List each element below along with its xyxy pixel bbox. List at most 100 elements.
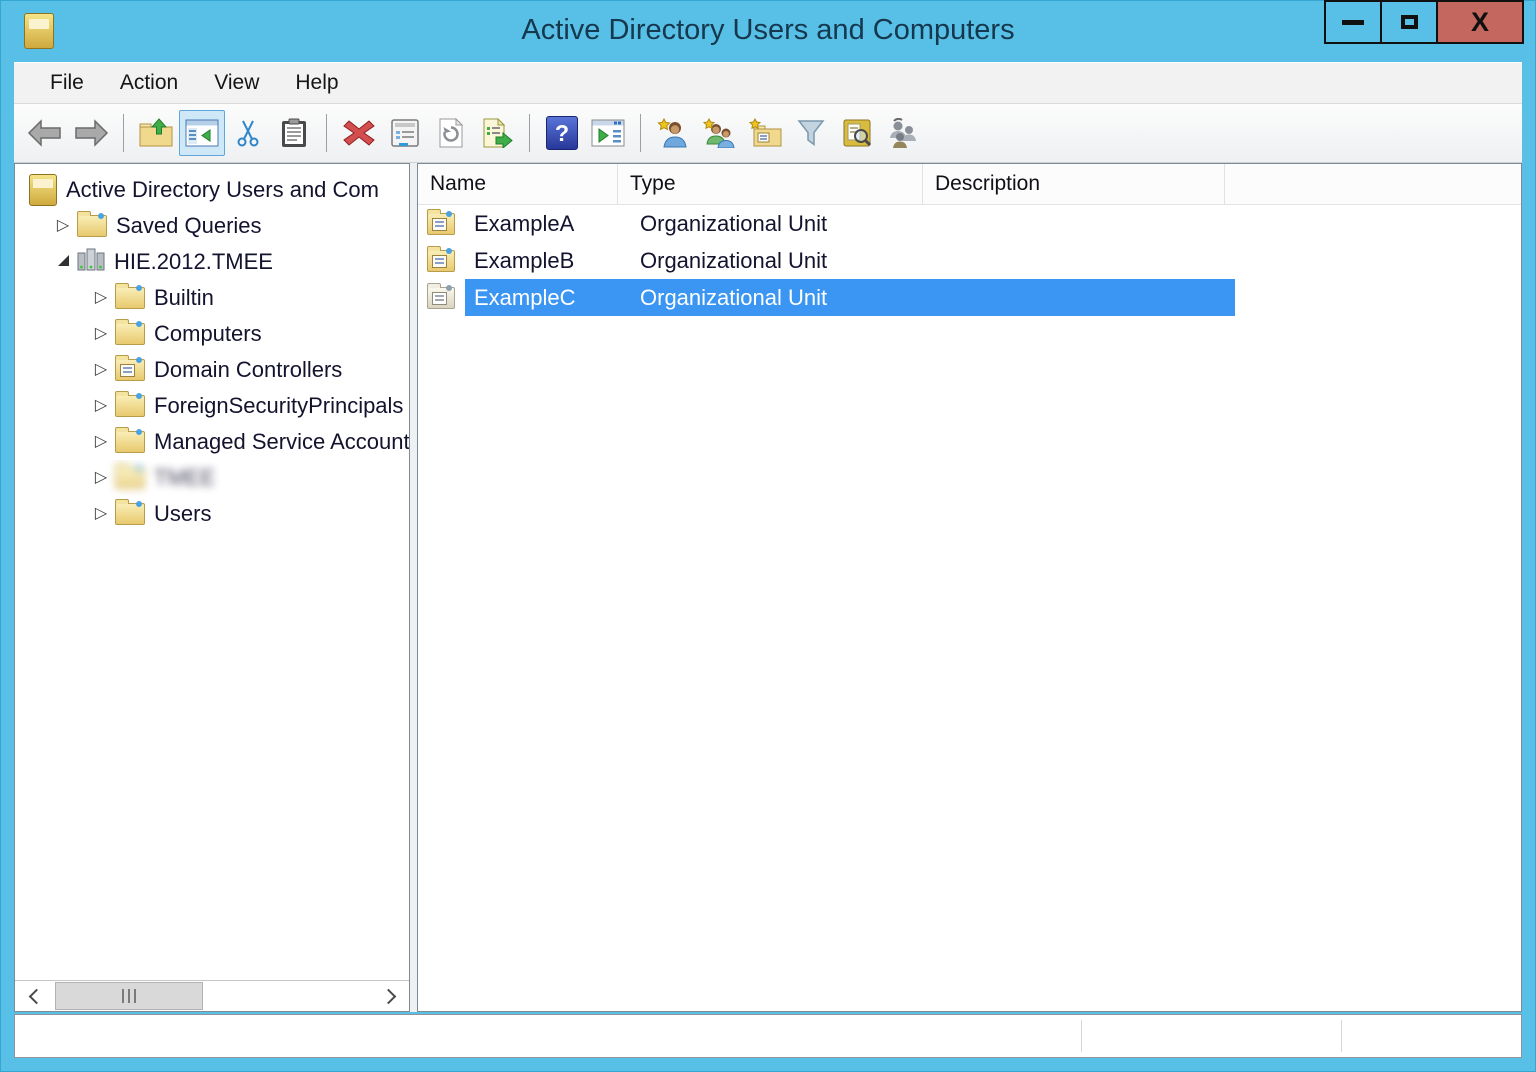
list-row-examplea[interactable]: ExampleA Organizational Unit	[418, 205, 1521, 242]
cut-button[interactable]	[225, 110, 271, 156]
close-button[interactable]: X	[1436, 0, 1524, 44]
ou-icon	[418, 250, 465, 272]
new-user-icon	[657, 118, 689, 148]
scrollbar-grip-icon	[122, 989, 137, 1003]
panel-splitter[interactable]	[410, 163, 417, 1012]
details-list-panel: Name Type Description ExampleA Organizat…	[417, 163, 1522, 1012]
toolbar-separator	[123, 114, 124, 152]
row-name: ExampleC	[465, 285, 640, 311]
row-type: Organizational Unit	[640, 285, 1235, 311]
column-header-filler	[1225, 164, 1521, 204]
help-button[interactable]: ?	[539, 110, 585, 156]
tree-item-saved-queries[interactable]: ▷ Saved Queries	[15, 208, 409, 244]
refresh-button[interactable]	[428, 110, 474, 156]
tree-item-domain[interactable]: HIE.2012.TMEE	[15, 244, 409, 280]
column-header-type[interactable]: Type	[618, 164, 923, 204]
find-button[interactable]	[834, 110, 880, 156]
show-window-button[interactable]	[585, 110, 631, 156]
new-organizational-unit-button[interactable]	[742, 110, 788, 156]
minimize-button[interactable]	[1324, 0, 1382, 44]
scroll-left-button[interactable]	[15, 981, 53, 1011]
chevron-left-icon	[28, 988, 44, 1004]
folder-icon	[115, 323, 145, 345]
minimize-icon	[1342, 20, 1364, 25]
expander-collapsed-icon[interactable]: ▷	[89, 460, 113, 496]
column-header-name[interactable]: Name	[418, 164, 618, 204]
tree-item-redacted[interactable]: ▷ TMEE	[15, 460, 409, 496]
toolbar-separator	[529, 114, 530, 152]
ou-icon	[418, 287, 465, 309]
row-type: Organizational Unit	[640, 248, 1235, 274]
show-console-tree-button[interactable]	[179, 110, 225, 156]
column-header-description[interactable]: Description	[923, 164, 1225, 204]
expander-collapsed-icon[interactable]: ▷	[51, 208, 75, 244]
scroll-right-button[interactable]	[371, 981, 409, 1011]
window-controls: X	[1326, 0, 1524, 44]
properties-button[interactable]	[382, 110, 428, 156]
export-list-button[interactable]	[474, 110, 520, 156]
scrollbar-thumb[interactable]	[55, 982, 203, 1010]
tree-item-root[interactable]: Active Directory Users and Com	[15, 172, 409, 208]
tree-item-managed-service-accounts[interactable]: ▷ Managed Service Accounts	[15, 424, 409, 460]
expander-collapsed-icon[interactable]: ▷	[89, 424, 113, 460]
maximize-icon	[1401, 15, 1418, 29]
new-user-button[interactable]	[650, 110, 696, 156]
redacted-region: TMEE	[113, 465, 215, 491]
tree-item-computers[interactable]: ▷ Computers	[15, 316, 409, 352]
show-console-tree-icon	[185, 119, 219, 147]
new-group-icon	[702, 118, 736, 148]
tree-item-label: TMEE	[154, 465, 215, 491]
menu-action[interactable]: Action	[102, 62, 196, 103]
expander-expanded-icon[interactable]	[51, 244, 75, 280]
delete-button[interactable]	[336, 110, 382, 156]
find-icon	[842, 118, 872, 148]
menu-view[interactable]: View	[196, 62, 277, 103]
filter-button[interactable]	[788, 110, 834, 156]
window-frame: Active Directory Users and Computers X F…	[0, 0, 1536, 1072]
close-icon: X	[1471, 9, 1489, 36]
folder-icon	[115, 395, 145, 417]
tree-item-builtin[interactable]: ▷ Builtin	[15, 280, 409, 316]
toolbar-separator	[326, 114, 327, 152]
tree-item-label: Users	[154, 501, 211, 527]
tree-item-label: ForeignSecurityPrincipals	[154, 393, 403, 419]
selection-highlight: ExampleC Organizational Unit	[465, 279, 1235, 316]
title-bar[interactable]: Active Directory Users and Computers X	[0, 0, 1536, 62]
expander-collapsed-icon[interactable]: ▷	[89, 316, 113, 352]
forward-button[interactable]	[68, 110, 114, 156]
list-row-examplec[interactable]: ExampleC Organizational Unit	[418, 279, 1521, 316]
back-button[interactable]	[22, 110, 68, 156]
tree-item-label: Managed Service Accounts	[154, 429, 409, 455]
status-separator	[1341, 1020, 1342, 1052]
tree-item-domain-controllers[interactable]: ▷ Domain Controllers	[15, 352, 409, 388]
up-one-level-button[interactable]	[133, 110, 179, 156]
paste-button[interactable]	[271, 110, 317, 156]
horizontal-scrollbar[interactable]	[15, 980, 409, 1011]
ou-icon	[418, 213, 465, 235]
content-area: Active Directory Users and Com ▷ Saved Q…	[14, 163, 1522, 1012]
menu-help[interactable]: Help	[277, 62, 356, 103]
folder-icon	[115, 503, 145, 525]
tree-item-users[interactable]: ▷ Users	[15, 496, 409, 532]
tree-item-label: HIE.2012.TMEE	[114, 249, 273, 275]
delete-icon	[342, 118, 376, 148]
ou-folder-icon	[115, 359, 145, 381]
list-row-exampleb[interactable]: ExampleB Organizational Unit	[418, 242, 1521, 279]
new-organizational-unit-icon	[748, 118, 782, 148]
expander-collapsed-icon[interactable]: ▷	[89, 496, 113, 532]
list-header: Name Type Description	[418, 164, 1521, 205]
status-bar	[14, 1014, 1522, 1058]
expander-collapsed-icon[interactable]: ▷	[89, 388, 113, 424]
tree-item-label: Computers	[154, 321, 262, 347]
properties-icon	[390, 118, 420, 148]
maximize-button[interactable]	[1380, 0, 1438, 44]
folder-icon	[115, 287, 145, 309]
menu-file[interactable]: File	[32, 62, 102, 103]
tree-item-foreign-security-principals[interactable]: ▷ ForeignSecurityPrincipals	[15, 388, 409, 424]
new-group-button[interactable]	[696, 110, 742, 156]
group-members-button[interactable]	[880, 110, 926, 156]
expander-collapsed-icon[interactable]: ▷	[89, 280, 113, 316]
filter-icon	[796, 118, 826, 148]
menu-bar: File Action View Help	[14, 62, 1522, 104]
expander-collapsed-icon[interactable]: ▷	[89, 352, 113, 388]
